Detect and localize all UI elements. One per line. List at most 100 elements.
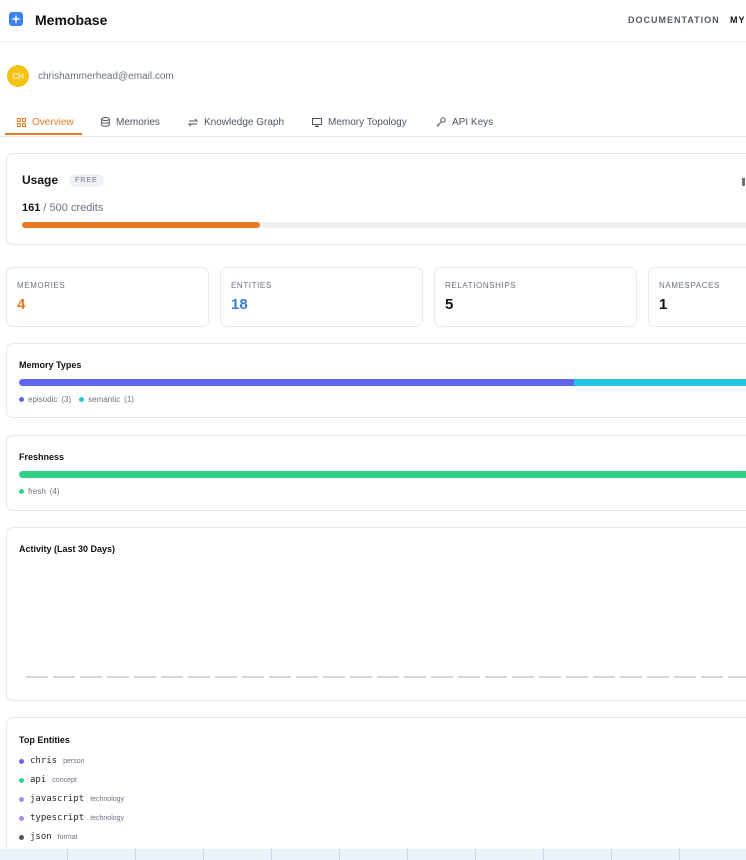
entity-item[interactable]: typescript technology	[19, 813, 124, 823]
key-icon	[436, 117, 446, 127]
entity-type: concept	[52, 776, 77, 784]
strip-divider	[203, 849, 204, 860]
entity-dot	[19, 834, 24, 840]
nav-documentation-link[interactable]: DOCUMENTATION	[628, 15, 720, 25]
activity-day-bar	[269, 676, 291, 678]
entity-dot	[19, 796, 24, 802]
activity-day-bar	[620, 676, 642, 678]
logo-icon[interactable]	[9, 12, 23, 26]
strip-divider	[339, 849, 340, 860]
legend-dot	[79, 397, 85, 402]
legend-label: semantic	[88, 395, 121, 404]
entity-item[interactable]: javascript technology	[19, 794, 124, 804]
strip-divider	[67, 849, 68, 860]
activity-day-bar	[431, 676, 453, 678]
bar-segment-episodic	[19, 379, 574, 386]
strip-divider	[135, 849, 136, 860]
activity-day-bar	[458, 676, 480, 678]
stat-card-entities: ENTITIES 18	[220, 267, 423, 327]
entity-name: javascript	[30, 794, 85, 804]
activity-day-bar	[188, 676, 210, 678]
usage-progress-fill	[22, 222, 260, 228]
tab-bar: Overview Memories Knowledge Graph Memory…	[0, 107, 746, 137]
user-email: chrishammerhead@email.com	[38, 71, 174, 82]
stat-card-relationships: RELATIONSHIPS 5	[434, 267, 637, 327]
avatar[interactable]: CH	[7, 65, 29, 87]
legend-item-fresh: fresh (4)	[19, 487, 60, 496]
active-tab-indicator	[5, 133, 82, 135]
bottom-strip	[0, 849, 746, 860]
strip-divider	[611, 849, 612, 860]
stat-label: NAMESPACES	[659, 281, 720, 290]
legend-dot	[19, 489, 24, 494]
entity-item[interactable]: api concept	[19, 775, 77, 785]
entity-type: person	[63, 757, 85, 765]
legend-label: episodic	[28, 395, 58, 404]
arrows-icon	[188, 118, 198, 127]
activity-day-bar	[593, 676, 615, 678]
tab-memory-topology[interactable]: Memory Topology	[312, 107, 407, 137]
usage-credits: 161 / 500 credits	[22, 202, 103, 214]
memory-types-bar	[19, 379, 746, 386]
entity-item[interactable]: json format	[19, 832, 78, 842]
tab-label: Memory Topology	[328, 116, 407, 128]
legend-dot	[19, 397, 24, 402]
usage-card	[6, 153, 746, 245]
tab-memories[interactable]: Memories	[101, 107, 160, 137]
stat-label: ENTITIES	[231, 281, 272, 290]
activity-day-bar	[512, 676, 534, 678]
entity-dot	[19, 815, 24, 821]
freshness-bar	[19, 471, 746, 478]
legend-count: (4)	[49, 487, 60, 496]
stat-card-memories: MEMORIES 4	[6, 267, 209, 327]
activity-day-bar	[134, 676, 156, 678]
legend-count: (3)	[61, 395, 72, 404]
strip-divider	[407, 849, 408, 860]
tab-api-keys[interactable]: API Keys	[436, 107, 493, 137]
tab-knowledge-graph[interactable]: Knowledge Graph	[188, 107, 284, 137]
tab-label: API Keys	[452, 116, 494, 128]
stat-value: 5	[445, 296, 454, 313]
activity-day-bar	[161, 676, 183, 678]
stat-value: 1	[659, 296, 668, 313]
activity-day-bar	[26, 676, 48, 678]
tab-label: Overview	[32, 116, 74, 128]
usage-title: Usage	[22, 173, 59, 187]
entity-item[interactable]: chris person	[19, 756, 85, 766]
monitor-icon	[312, 117, 322, 127]
activity-day-bar	[350, 676, 372, 678]
entity-type: technology	[90, 814, 125, 822]
bar-segment-semantic	[574, 379, 746, 386]
stat-label: RELATIONSHIPS	[445, 281, 517, 290]
stat-value: 18	[231, 296, 248, 313]
strip-divider	[679, 849, 680, 860]
nav-my-link[interactable]: MY	[730, 15, 746, 25]
freshness-legend: fresh (4)	[19, 487, 60, 496]
entity-dot	[19, 777, 24, 783]
memory-types-title: Memory Types	[19, 360, 82, 370]
database-icon	[101, 117, 110, 127]
tab-label: Knowledge Graph	[204, 116, 285, 128]
activity-day-bar	[53, 676, 75, 678]
activity-day-bar	[674, 676, 696, 678]
memory-types-legend: episodic (3) semantic (1)	[19, 395, 134, 404]
entity-type: technology	[90, 795, 125, 803]
activity-day-bar	[323, 676, 345, 678]
strip-divider	[475, 849, 476, 860]
activity-day-bar	[539, 676, 561, 678]
entity-name: chris	[30, 756, 58, 766]
entity-name: typescript	[30, 813, 85, 823]
strip-divider	[271, 849, 272, 860]
activity-day-bar	[80, 676, 102, 678]
credits-used: 161	[22, 202, 41, 214]
brand-name[interactable]: Memobase	[35, 12, 107, 28]
activity-card	[6, 527, 746, 701]
activity-day-bar	[377, 676, 399, 678]
activity-day-bar	[404, 676, 426, 678]
entity-type: format	[57, 833, 78, 841]
usage-menu-icon[interactable]	[742, 178, 745, 186]
activity-day-bar	[215, 676, 237, 678]
grid-icon	[17, 117, 26, 127]
entity-dot	[19, 758, 24, 764]
activity-chart-baseline	[26, 676, 746, 678]
